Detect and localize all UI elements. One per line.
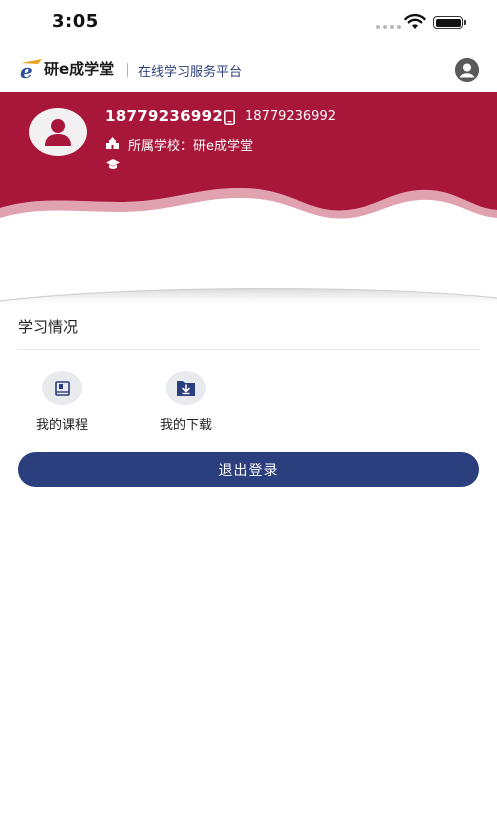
battery-tip (464, 20, 466, 25)
download-icon (177, 381, 195, 396)
app-header: e 研e成学堂 在线学习服务平台 (0, 46, 497, 92)
status-bar: 3:05 (0, 0, 497, 46)
menu-label: 我的课程 (35, 418, 88, 433)
section-divider (18, 349, 480, 350)
section-title: 学习情况 (18, 318, 79, 336)
curve-separator (0, 287, 497, 308)
menu-my-courses[interactable]: 我的课程 (22, 371, 102, 433)
school-icon (106, 137, 119, 149)
logo-text: 研e成学堂 (44, 59, 115, 78)
menu-my-downloads[interactable]: 我的下载 (146, 371, 226, 433)
logo: e 研e成学堂 (18, 56, 114, 80)
signal-icon (376, 25, 401, 29)
logout-button[interactable]: 退出登录 (18, 452, 479, 487)
phone-number: 18779236992 (245, 109, 336, 124)
course-icon-wrap (42, 371, 82, 405)
user-avatar-icon (45, 119, 71, 146)
school-label: 所属学校：研e成学堂 (128, 139, 253, 154)
user-circle-icon[interactable] (455, 58, 479, 82)
user-name: 18779236992 (105, 107, 224, 125)
logo-e-icon: e (20, 59, 42, 80)
graduation-cap-icon (106, 159, 120, 169)
header-divider (127, 63, 128, 77)
battery-icon (433, 16, 463, 29)
profile-banner: 18779236992 18779236992 所属学校：研e成学堂 (0, 92, 497, 222)
download-icon-wrap (166, 371, 206, 405)
svg-text:e: e (20, 59, 33, 80)
status-time: 3:05 (52, 11, 99, 32)
menu-label: 我的下载 (159, 418, 212, 433)
header-slogan: 在线学习服务平台 (138, 65, 243, 80)
book-icon (54, 380, 70, 396)
avatar[interactable] (29, 108, 87, 156)
phone-icon (224, 110, 235, 125)
wifi-icon (404, 14, 426, 29)
